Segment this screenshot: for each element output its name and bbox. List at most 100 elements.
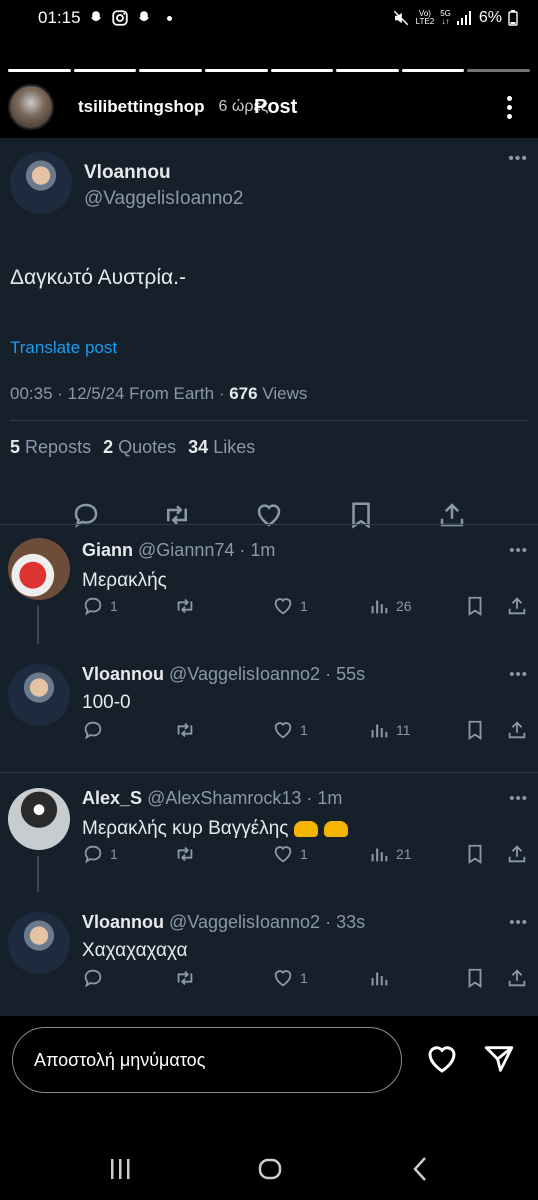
more-icon[interactable]: ••• (509, 542, 528, 559)
reply-time: 1m (317, 788, 343, 808)
views-count: 21 (396, 846, 412, 862)
like-count: 1 (300, 846, 308, 862)
tweet-text: Δαγκωτό Αυστρία.- (10, 266, 186, 289)
thread-line (37, 856, 39, 892)
views-count: 11 (396, 722, 411, 738)
repost-icon[interactable] (174, 967, 202, 989)
reply-handle: @VaggelisIoanno2 (169, 664, 321, 684)
avatar[interactable] (8, 664, 70, 726)
bookmark-icon[interactable] (346, 500, 376, 530)
tweet-meta: 00:35 · 12/5/24 From Earth · 676 Views (10, 384, 308, 403)
bookmark-icon[interactable] (464, 719, 486, 741)
divider (0, 524, 538, 525)
like-icon[interactable]: 1 (272, 595, 308, 617)
more-icon[interactable]: ••• (509, 666, 528, 683)
like-count: 1 (300, 722, 308, 738)
more-notifications-dot (166, 15, 172, 21)
reply-author-name: Vloannou (82, 912, 164, 932)
views-count: 26 (396, 598, 412, 614)
message-placeholder: Αποστολή μηνύματος (34, 1049, 206, 1070)
quotes-stat[interactable]: 2 Quotes (103, 437, 176, 458)
signal-icon (456, 11, 471, 25)
home-icon[interactable] (255, 1154, 285, 1184)
like-icon[interactable]: 1 (272, 719, 308, 741)
navigation-bar (0, 1140, 538, 1200)
engagement-stats: 5 Reposts 2 Quotes 34 Likes (10, 421, 528, 458)
like-icon[interactable]: 1 (272, 843, 308, 865)
progress-segment (336, 69, 399, 72)
reply-icon[interactable] (82, 967, 110, 989)
author-handle[interactable]: @VaggelisIoanno2 (84, 188, 243, 210)
message-input[interactable]: Αποστολή μηνύματος (12, 1027, 402, 1093)
back-icon[interactable] (405, 1154, 435, 1184)
send-icon[interactable] (482, 1042, 516, 1076)
likes-stat[interactable]: 34 Likes (188, 437, 255, 458)
share-icon[interactable] (437, 500, 467, 530)
avatar[interactable] (8, 788, 70, 850)
progress-segment (73, 69, 137, 72)
like-icon[interactable]: 1 (272, 967, 308, 989)
views-icon[interactable]: 21 (368, 843, 412, 865)
progress-segment (139, 69, 202, 72)
more-icon[interactable]: ••• (509, 790, 528, 807)
reply-icon[interactable]: 1 (82, 843, 118, 865)
bookmark-icon[interactable] (464, 843, 486, 865)
reply-text: 100-0 (82, 692, 131, 713)
more-icon[interactable]: ••• (508, 151, 528, 167)
heart-icon[interactable] (424, 1041, 460, 1077)
reply-time: 55s (336, 664, 366, 684)
reply-time: 1m (250, 540, 276, 560)
repost-icon[interactable] (162, 500, 192, 530)
share-icon[interactable] (506, 595, 528, 617)
main-tweet: Vloannou @VaggelisIoanno2 ••• Δαγκωτό Αυ… (0, 138, 538, 530)
translate-post-link[interactable]: Translate post (10, 338, 528, 358)
views-icon[interactable] (368, 967, 396, 989)
battery-percent: 6% (478, 9, 502, 26)
views-icon[interactable]: 11 (368, 719, 411, 741)
bookmark-icon[interactable] (464, 595, 486, 617)
like-icon[interactable] (254, 500, 284, 530)
reply-author-name: Giann (82, 540, 134, 560)
repost-icon[interactable] (174, 719, 202, 741)
network-type: 5G ↓↑ (440, 9, 451, 26)
story-username[interactable]: tsilibettingshop (78, 97, 205, 117)
thread-line (37, 606, 39, 644)
divider (0, 772, 538, 773)
story-more-button[interactable] (501, 92, 518, 123)
reposts-stat[interactable]: 5 Reposts (10, 437, 91, 458)
avatar[interactable] (8, 538, 70, 600)
avatar[interactable] (10, 152, 72, 214)
instagram-icon (111, 10, 128, 26)
handshake-emoji (324, 820, 349, 837)
avatar[interactable] (8, 912, 70, 974)
reply-text: Μερακλής (82, 570, 167, 591)
repost-icon[interactable] (174, 843, 202, 865)
more-icon[interactable]: ••• (509, 914, 528, 931)
snapchat-icon (138, 11, 149, 21)
story-avatar[interactable] (8, 84, 54, 130)
views-icon[interactable]: 26 (368, 595, 412, 617)
share-icon[interactable] (506, 967, 528, 989)
story-header: tsilibettingshop 6 ώρες Post (8, 84, 518, 130)
clock: 01:15 (38, 8, 81, 27)
status-bar: 01:15 Vo) LTE2 5G ↓↑ 6% (0, 0, 538, 36)
reply-time: 33s (336, 912, 366, 932)
progress-segment (204, 69, 268, 72)
reply-icon[interactable] (82, 719, 110, 741)
volte-indicator: Vo) LTE2 (415, 9, 435, 26)
reply-icon[interactable]: 1 (82, 595, 118, 617)
reply-count: 1 (110, 846, 118, 862)
share-icon[interactable] (506, 843, 528, 865)
tweet-screenshot: Vloannou @VaggelisIoanno2 ••• Δαγκωτό Αυ… (0, 138, 538, 1016)
tweet-actions (10, 458, 528, 530)
bookmark-icon[interactable] (464, 967, 486, 989)
share-icon[interactable] (506, 719, 528, 741)
mute-icon (393, 10, 408, 26)
like-count: 1 (300, 598, 308, 614)
repost-icon[interactable] (174, 595, 202, 617)
handshake-emoji (294, 820, 319, 837)
recents-icon[interactable] (105, 1154, 135, 1184)
author-name[interactable]: Vloannou (84, 162, 243, 184)
reply-icon[interactable] (71, 500, 101, 530)
battery-icon (508, 10, 518, 26)
